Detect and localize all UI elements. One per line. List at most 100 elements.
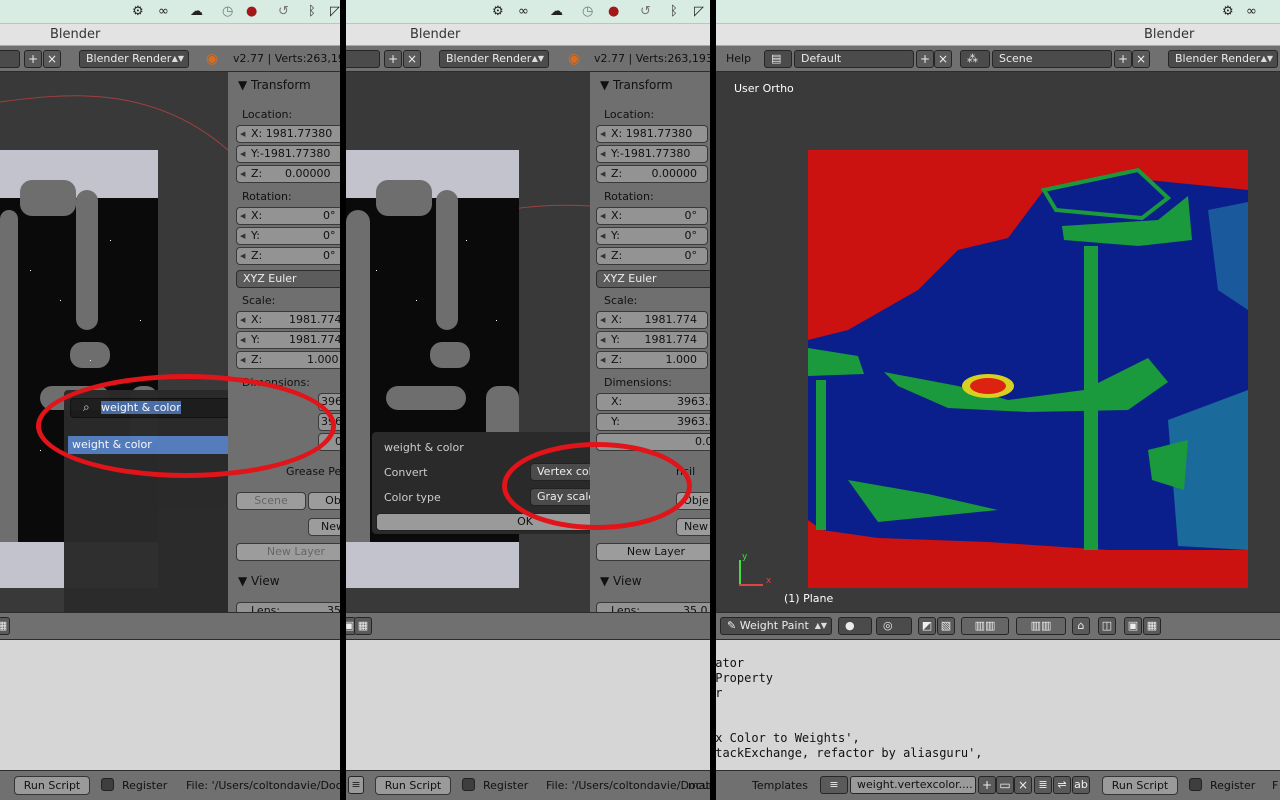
decrement-icon[interactable]: ◀ [600, 332, 605, 348]
grease-pencil-title[interactable]: Grease Penc [286, 465, 340, 478]
render-preview-icon[interactable]: ◫ [1098, 617, 1116, 635]
clapboard-icon[interactable]: ▦ [1143, 617, 1161, 635]
infinity-icon[interactable]: ∞ [158, 4, 169, 20]
dimension-y-field[interactable]: 396 [318, 413, 340, 431]
remove-scene-button[interactable]: × [1132, 50, 1150, 68]
new-layer-button[interactable]: New Layer [236, 543, 340, 561]
decrement-icon[interactable]: ◀ [240, 126, 245, 142]
help-menu[interactable]: Help [726, 50, 751, 68]
rotation-z-field[interactable]: ◀ Z: 0° [596, 247, 708, 265]
lens-field[interactable]: Lens: 35 [236, 602, 340, 612]
render-engine-dropdown[interactable]: Blender Render ▲▼ [79, 50, 189, 68]
text-datablock-dropdown[interactable]: ≡ [820, 776, 848, 794]
layer-buttons-2[interactable]: ▥▥ [1016, 617, 1066, 635]
screen-layout-icon-dropdown[interactable]: ▤ [764, 50, 792, 68]
run-script-button[interactable]: Run Script [1102, 776, 1178, 795]
register-checkbox[interactable] [1189, 778, 1202, 791]
rotation-x-field[interactable]: ◀ X: 0° [236, 207, 340, 225]
grease-object-tab[interactable]: Obje [676, 492, 710, 510]
camera-icon[interactable]: ▣ [1124, 617, 1142, 635]
line-numbers-toggle[interactable]: ≣ [1034, 776, 1052, 794]
creative-cloud-icon[interactable]: ☁ [550, 4, 563, 20]
new-layer-button[interactable]: New Layer [596, 543, 710, 561]
decrement-icon[interactable]: ◀ [600, 312, 605, 328]
dimension-x-field[interactable]: X: 3963.5 [596, 393, 710, 411]
history-icon[interactable]: ↺ [640, 4, 651, 20]
transform-panel-title[interactable]: ▼ Transform [600, 78, 673, 92]
bluetooth-icon[interactable]: ᛒ [308, 4, 316, 20]
grease-pencil-title[interactable]: ncil [676, 465, 695, 478]
status-app-icon[interactable]: ⚙ [492, 4, 504, 20]
add-scene-button[interactable]: + [1114, 50, 1132, 68]
register-checkbox[interactable] [101, 778, 114, 791]
infinity-icon[interactable]: ∞ [1246, 4, 1257, 20]
run-script-button[interactable]: Run Script [375, 776, 451, 795]
open-text-button[interactable]: ▭ [996, 776, 1014, 794]
decrement-icon[interactable]: ◀ [240, 352, 245, 368]
text-editor[interactable]: rator rProperty or ex Color to Weights',… [716, 640, 1280, 770]
grease-new-button[interactable]: New [308, 518, 340, 536]
remove-layout-button[interactable]: × [43, 50, 61, 68]
time-machine-icon[interactable]: ◷ [222, 4, 233, 20]
register-checkbox[interactable] [462, 778, 475, 791]
templates-menu[interactable]: Templates [752, 778, 808, 793]
rotation-y-field[interactable]: ◀ Y: 0° [236, 227, 340, 245]
decrement-icon[interactable]: ◀ [240, 166, 245, 182]
scale-y-field[interactable]: ◀ Y: 1981.774 [236, 331, 340, 349]
decrement-icon[interactable]: ◀ [240, 228, 245, 244]
vertex-mask-icon[interactable]: ▧ [937, 617, 955, 635]
time-machine-icon[interactable]: ◷ [582, 4, 593, 20]
screen-layout-dropdown[interactable] [346, 50, 380, 68]
text-editor[interactable] [346, 640, 710, 770]
location-x-field[interactable]: ◀ X: 1981.77380 [596, 125, 708, 143]
record-icon[interactable]: ● [608, 4, 619, 20]
decrement-icon[interactable]: ◀ [600, 166, 605, 182]
grease-scene-tab[interactable]: Scene [236, 492, 306, 510]
clapboard-icon[interactable]: ▦ [354, 617, 372, 635]
text-name-field[interactable]: weight.vertexcolor.... [850, 776, 976, 794]
scene-dropdown[interactable]: Scene [992, 50, 1112, 68]
decrement-icon[interactable]: ◀ [600, 146, 605, 162]
add-layout-button[interactable]: + [24, 50, 42, 68]
status-app-icon[interactable]: ⚙ [1222, 4, 1234, 20]
lens-field[interactable]: Lens: 35.0 [596, 602, 710, 612]
view-panel-title[interactable]: ▼ View [600, 574, 642, 588]
dimension-z-field[interactable]: 0. [318, 433, 340, 451]
location-z-field[interactable]: ◀ Z: 0.00000 [236, 165, 340, 183]
screen-layout-dropdown[interactable]: Default [794, 50, 914, 68]
scale-y-field[interactable]: ◀ Y: 1981.774 [596, 331, 708, 349]
grease-object-tab[interactable]: Ob [308, 492, 340, 510]
decrement-icon[interactable]: ◀ [240, 208, 245, 224]
scale-z-field[interactable]: ◀ Z: 1.000 [236, 351, 340, 369]
remove-layout-button[interactable]: × [403, 50, 421, 68]
run-script-button[interactable]: Run Script [14, 776, 90, 795]
rotation-y-field[interactable]: ◀ Y: 0° [596, 227, 708, 245]
render-engine-dropdown[interactable]: Blender Render ▲▼ [1168, 50, 1278, 68]
mode-dropdown[interactable]: ✎ Weight Paint ▲▼ [720, 617, 832, 635]
render-engine-dropdown[interactable]: Blender Render ▲▼ [439, 50, 549, 68]
syntax-highlight-toggle[interactable]: ab [1072, 776, 1090, 794]
decrement-icon[interactable]: ◀ [240, 146, 245, 162]
decrement-icon[interactable]: ◀ [600, 352, 605, 368]
scale-x-field[interactable]: ◀ X: 1981.774 [596, 311, 708, 329]
viewport-shading-dropdown[interactable]: ● [838, 617, 872, 635]
text-lines-icon[interactable]: ≡ [348, 776, 364, 794]
rotation-mode-dropdown[interactable]: XYZ Euler [596, 270, 710, 288]
decrement-icon[interactable]: ◀ [600, 228, 605, 244]
screen-layout-dropdown[interactable] [0, 50, 20, 68]
history-icon[interactable]: ↺ [278, 4, 289, 20]
remove-layout-button[interactable]: × [934, 50, 952, 68]
bluetooth-icon[interactable]: ᛒ [670, 4, 678, 20]
lock-layers-icon[interactable]: ⌂ [1072, 617, 1090, 635]
creative-cloud-icon[interactable]: ☁ [190, 4, 203, 20]
dimension-z-field[interactable]: 0.0 [596, 433, 710, 451]
transform-panel-title[interactable]: ▼ Transform [238, 78, 311, 92]
location-y-field[interactable]: ◀ Y:-1981.77380 [596, 145, 708, 163]
decrement-icon[interactable]: ◀ [240, 332, 245, 348]
infinity-icon[interactable]: ∞ [518, 4, 529, 20]
decrement-icon[interactable]: ◀ [240, 248, 245, 264]
add-layout-button[interactable]: + [384, 50, 402, 68]
scale-x-field[interactable]: ◀ X: 1981.774 [236, 311, 340, 329]
wifi-icon[interactable]: ◸ [330, 4, 340, 20]
unlink-text-button[interactable]: × [1014, 776, 1032, 794]
